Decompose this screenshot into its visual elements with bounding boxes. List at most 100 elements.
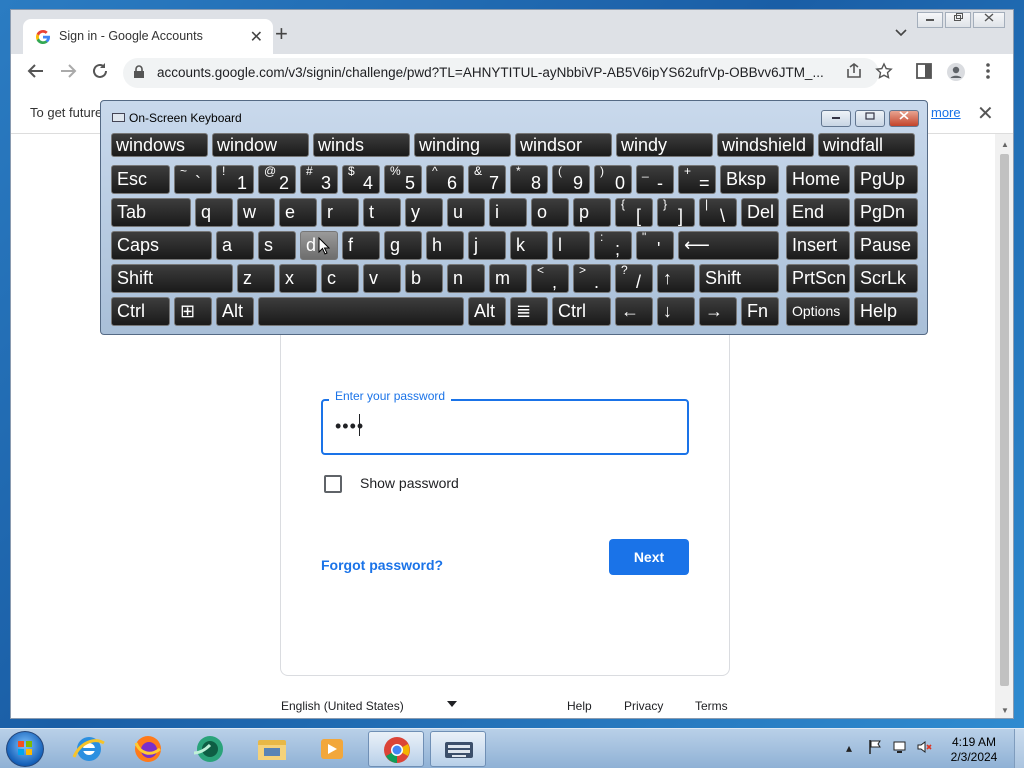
key-ctrl[interactable]: Ctrl [111,297,170,326]
key-insert[interactable]: Insert [786,231,850,260]
back-icon[interactable] [25,62,47,84]
key-y[interactable]: y [405,198,443,227]
key-l[interactable]: l [552,231,590,260]
key-left-arrow[interactable]: ← [615,297,653,326]
key-[interactable]: " ' [636,231,674,260]
address-bar[interactable]: accounts.google.com/v3/signin/challenge/… [123,58,879,88]
next-button[interactable]: Next [609,539,689,575]
key-3[interactable]: #3 [300,165,338,194]
key-prtscn[interactable]: PrtScn [786,264,850,293]
footer-privacy-link[interactable]: Privacy [624,699,663,713]
osk-maximize-button[interactable] [855,110,885,127]
key-g[interactable]: g [384,231,422,260]
menu-kebab-icon[interactable] [977,62,999,84]
reload-icon[interactable] [89,62,111,84]
key-right-arrow[interactable]: → [699,297,737,326]
key-pause[interactable]: Pause [854,231,918,260]
show-desktop-button[interactable] [1014,729,1024,768]
key-ctrl[interactable]: Ctrl [552,297,611,326]
key-esc[interactable]: Esc [111,165,170,194]
key-u[interactable]: u [447,198,485,227]
key-context-menu[interactable]: ≣ [510,297,548,326]
key-caps[interactable]: Caps [111,231,212,260]
key-enter[interactable]: ⟵ [678,231,779,260]
internet-explorer-icon[interactable] [62,731,118,767]
footer-help-link[interactable]: Help [567,699,592,713]
key-a[interactable]: a [216,231,254,260]
key-9[interactable]: (9 [552,165,590,194]
key-k[interactable]: k [510,231,548,260]
key-b[interactable]: b [405,264,443,293]
osk-minimize-button[interactable] [821,110,851,127]
key-space[interactable] [258,297,464,326]
key-bksp[interactable]: Bksp [720,165,779,194]
key-up-arrow[interactable]: ↑ [657,264,695,293]
key-n[interactable]: n [447,264,485,293]
key-shift[interactable]: Shift [111,264,233,293]
key-[interactable]: _ - [636,165,674,194]
scrollbar-thumb[interactable] [1000,154,1009,686]
key-2[interactable]: @2 [258,165,296,194]
key-[interactable]: {[ [615,198,653,227]
profile-avatar-icon[interactable] [945,62,967,84]
osk-close-button[interactable] [889,110,919,127]
key-6[interactable]: ^ 6 [426,165,464,194]
key-7[interactable]: & 7 [468,165,506,194]
key-t[interactable]: t [363,198,401,227]
key-[interactable]: >. [573,264,611,293]
on-screen-keyboard-taskbar-icon[interactable] [430,731,486,767]
suggestion-windows[interactable]: windows [111,133,208,157]
key-scrlk[interactable]: ScrLk [854,264,918,293]
key-5[interactable]: % 5 [384,165,422,194]
restore-button[interactable] [945,12,971,28]
key-0[interactable]: ) 0 [594,165,632,194]
key-f[interactable]: f [342,231,380,260]
side-panel-icon[interactable] [913,62,935,84]
suggestion-windy[interactable]: windy [616,133,713,157]
key-tab[interactable]: Tab [111,198,191,227]
language-select[interactable]: English (United States) [281,699,404,713]
key-v[interactable]: v [363,264,401,293]
key-[interactable]: + = [678,165,716,194]
key-[interactable]: }] [657,198,695,227]
suggestion-windsor[interactable]: windsor [515,133,612,157]
key-8[interactable]: * 8 [510,165,548,194]
media-center-icon[interactable] [180,731,236,767]
key-shift[interactable]: Shift [699,264,779,293]
key-c[interactable]: c [321,264,359,293]
network-icon[interactable] [892,739,908,758]
key-x[interactable]: x [279,264,317,293]
key-alt[interactable]: Alt [468,297,506,326]
forward-icon[interactable] [57,62,79,84]
footer-terms-link[interactable]: Terms [695,699,728,713]
key-h[interactable]: h [426,231,464,260]
key-q[interactable]: q [195,198,233,227]
key-pgdn[interactable]: PgDn [854,198,918,227]
key-del[interactable]: Del [741,198,779,227]
password-field[interactable] [321,399,689,455]
show-password-label[interactable]: Show password [360,475,459,491]
key-[interactable]: :; [594,231,632,260]
firefox-icon[interactable] [120,731,176,767]
key-j[interactable]: j [468,231,506,260]
chrome-icon[interactable] [368,731,424,767]
key-alt[interactable]: Alt [216,297,254,326]
start-button[interactable] [6,731,44,767]
key-z[interactable]: z [237,264,275,293]
tab-search-icon[interactable] [895,26,907,40]
dropdown-arrow-icon[interactable] [447,699,457,710]
key-w[interactable]: w [237,198,275,227]
minimize-button[interactable] [917,12,943,28]
suggestion-windfall[interactable]: windfall [818,133,915,157]
info-bar-learn-more-link[interactable]: more [931,105,961,120]
action-center-flag-icon[interactable] [868,739,882,758]
key-[interactable]: <, [531,264,569,293]
info-bar-close-icon[interactable]: ✕ [977,101,994,126]
tray-expand-icon[interactable]: ▴ [846,741,852,755]
key-help[interactable]: Help [854,297,918,326]
key-i[interactable]: i [489,198,527,227]
show-password-checkbox[interactable] [324,475,342,493]
suggestion-windshield[interactable]: windshield [717,133,814,157]
key-windows[interactable]: ⊞ [174,297,212,326]
new-tab-icon[interactable]: + [275,23,288,45]
